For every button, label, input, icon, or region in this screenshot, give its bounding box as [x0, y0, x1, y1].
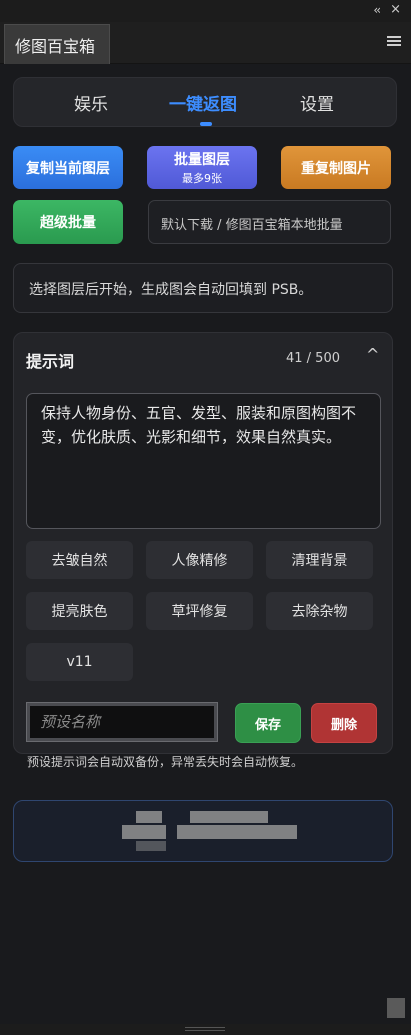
delete-label: 删除	[330, 717, 357, 733]
resize-handle[interactable]	[387, 998, 405, 1018]
grip-handle[interactable]	[185, 1027, 225, 1031]
super-batch-label: 超级批量	[40, 215, 96, 231]
preset-chip[interactable]: v11	[26, 643, 133, 681]
save-preset-button[interactable]: 保存	[235, 703, 301, 743]
chevron-up-icon[interactable]: ^	[366, 345, 379, 364]
prompt-title: 提示词	[26, 352, 75, 371]
double-chevron-left-icon[interactable]: ‹‹	[373, 3, 380, 17]
preset-chip[interactable]: 去除杂物	[266, 592, 373, 630]
preset-backup-note: 预设提示词会自动双备份，异常丢失时会自动恢复。	[27, 755, 304, 769]
preset-chip[interactable]: 人像精修	[146, 541, 253, 579]
save-label: 保存	[254, 717, 281, 733]
preset-chip[interactable]: 清理背景	[266, 541, 373, 579]
delete-preset-button[interactable]: 删除	[311, 703, 377, 743]
bottom-bar	[0, 1024, 411, 1035]
preset-chip[interactable]: 提亮肤色	[26, 592, 133, 630]
obscured-content	[177, 825, 297, 839]
main-nav: 娱乐 一键返图 设置	[13, 77, 397, 127]
obscured-content	[136, 841, 166, 851]
status-card	[13, 800, 393, 862]
super-batch-button[interactable]: 超级批量	[13, 200, 123, 244]
batch-layer-label: 批量图层	[174, 152, 230, 168]
preset-name-input[interactable]	[26, 702, 218, 742]
tab-settings[interactable]: 设置	[300, 90, 334, 115]
copy-current-layer-button[interactable]: 复制当前图层	[13, 146, 123, 189]
hamburger-menu-icon[interactable]	[387, 36, 401, 48]
active-tab-indicator	[200, 122, 212, 126]
batch-layer-button[interactable]: 批量图层 最多9张	[147, 146, 257, 189]
obscured-content	[136, 811, 162, 823]
panel-tab-title[interactable]: 修图百宝箱	[4, 24, 110, 64]
preset-chip[interactable]: 草坪修复	[146, 592, 253, 630]
preset-chip[interactable]: 去皱自然	[26, 541, 133, 579]
prompt-section: 提示词 41 / 500 ^ 去皱自然 人像精修 清理背景 提亮肤色 草坪修复 …	[13, 332, 393, 769]
prompt-textarea[interactable]	[26, 393, 381, 529]
batch-limit-label: 最多9张	[182, 172, 222, 185]
tab-one-click-return[interactable]: 一键返图	[169, 90, 237, 115]
panel-tabbar: 修图百宝箱	[0, 22, 411, 64]
recopy-image-button[interactable]: 重复制图片	[281, 146, 391, 189]
close-icon[interactable]: ×	[390, 2, 401, 17]
start-hint: 选择图层后开始，生成图会自动回填到 PSB。	[13, 263, 393, 313]
copy-current-layer-label: 复制当前图层	[26, 160, 110, 177]
recopy-image-label: 重复制图片	[301, 160, 371, 177]
prompt-char-count: 41 / 500	[286, 351, 340, 366]
obscured-content	[122, 825, 166, 839]
tab-entertainment[interactable]: 娱乐	[74, 90, 108, 115]
download-path-field[interactable]: 默认下载 / 修图百宝箱本地批量	[148, 200, 391, 244]
plugin-panel: 娱乐 一键返图 设置 复制当前图层 批量图层 最多9张 重复制图片 超级批量 默…	[0, 64, 411, 1024]
obscured-content	[190, 811, 268, 823]
window-titlebar: ‹‹ ×	[0, 0, 411, 22]
